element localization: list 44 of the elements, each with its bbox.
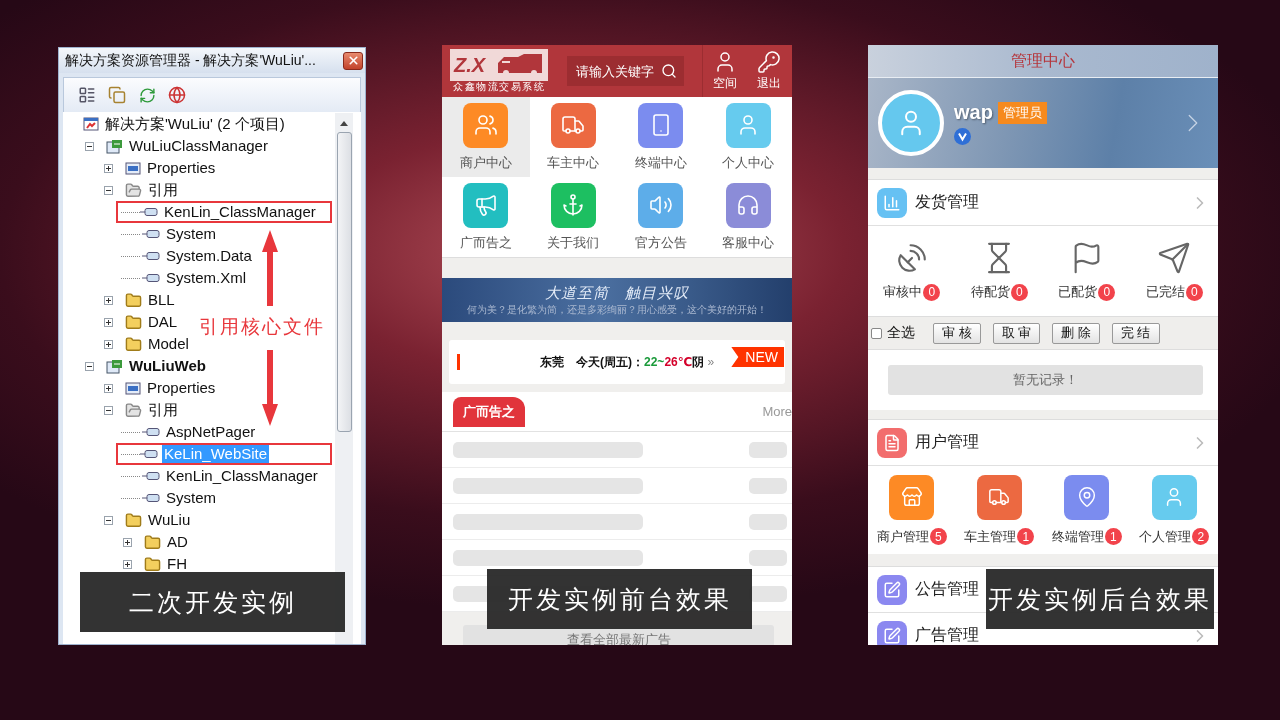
menu-label: 终端中心 <box>634 153 687 172</box>
section-title: 公告管理 <box>915 579 979 599</box>
window-title: 解决方案资源管理器 - 解决方案'WuLiu'... <box>65 51 316 70</box>
caption-overlay: 开发实例前台效果 <box>487 569 752 629</box>
caption-overlay: 开发实例后台效果 <box>986 569 1214 629</box>
logo-mark: Z.X <box>454 53 486 77</box>
count-badge: 0 <box>1185 283 1203 301</box>
category-label: 终端管理 <box>1051 527 1104 546</box>
annotation-text: 引用核心文件 <box>199 315 325 339</box>
status-label: 已完结 <box>1145 283 1185 301</box>
menu-label: 个人中心 <box>722 153 775 172</box>
menu-label: 官方公告 <box>634 233 687 252</box>
section-title: 发货管理 <box>915 192 979 212</box>
count-badge: 2 <box>1192 528 1210 545</box>
count-badge: 5 <box>929 528 947 545</box>
status-label: 待配货 <box>970 283 1010 301</box>
category-label: 商户管理 <box>876 527 929 546</box>
category-label: 车主管理 <box>964 527 1017 546</box>
menu-label: 广而告之 <box>459 233 512 252</box>
status-label: 审核中 <box>883 283 923 301</box>
new-badge: NEW <box>731 347 784 367</box>
user-name: wap <box>954 101 993 124</box>
role-badge: 管理员 <box>997 101 1047 124</box>
menu-label: 关于我们 <box>547 233 600 252</box>
count-badge: 1 <box>1104 528 1122 545</box>
status-label: 已配货 <box>1058 283 1098 301</box>
count-badge: 1 <box>1017 528 1035 545</box>
empty-message: 暂无记录！ <box>888 365 1203 395</box>
section-title: 广而告之 <box>453 396 525 427</box>
weather-text: 东莞 今天(周五)：22~26℃阴 » <box>540 353 715 371</box>
banner-title: 大道至简 触目兴叹 <box>545 283 689 303</box>
menu-label: 商户中心 <box>459 153 512 172</box>
category-label: 个人管理 <box>1139 527 1192 546</box>
caption-overlay: 二次开发实例 <box>80 572 345 632</box>
count-badge: 0 <box>1098 283 1116 301</box>
menu-label: 客服中心 <box>722 233 775 252</box>
count-badge: 0 <box>923 283 941 301</box>
banner-subtitle: 何为美？是化繁为简，还是多彩绚丽？用心感受，这个美好的开始！ <box>467 302 767 317</box>
section-title: 用户管理 <box>915 432 979 452</box>
menu-label: 车主中心 <box>547 153 600 172</box>
page-title: 管理中心 <box>1011 50 1075 71</box>
count-badge: 0 <box>1010 283 1028 301</box>
section-title: 广告管理 <box>915 625 979 645</box>
logo-subtitle: 众鑫物流交易系统 <box>452 81 546 93</box>
